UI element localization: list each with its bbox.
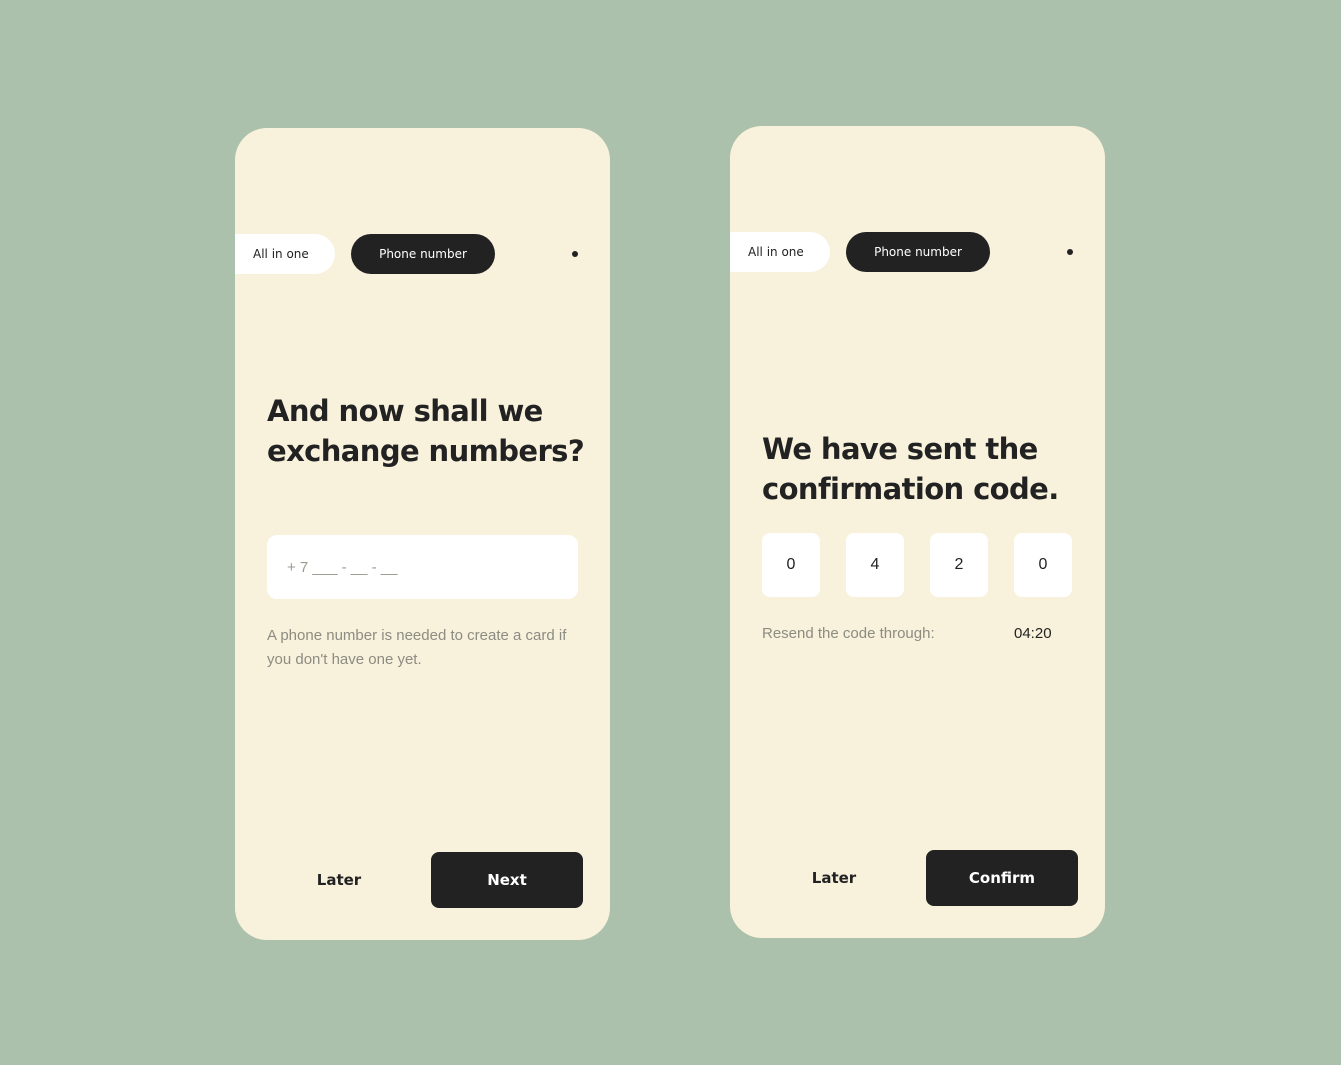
phone-number-screen: All in one Phone number And now shall we… <box>235 128 610 940</box>
confirm-button[interactable]: Confirm <box>926 850 1078 906</box>
confirmation-code-screen: All in one Phone number We have sent the… <box>730 126 1105 938</box>
tab-phone-number[interactable]: Phone number <box>846 232 990 272</box>
resend-timer: 04:20 <box>1014 625 1052 642</box>
tab-phone-number[interactable]: Phone number <box>351 234 495 274</box>
later-button[interactable]: Later <box>761 850 907 906</box>
resend-label: Resend the code through: <box>762 625 935 642</box>
code-digit-input[interactable]: 2 <box>930 533 988 597</box>
code-digit-input[interactable]: 0 <box>762 533 820 597</box>
code-digit-input[interactable]: 0 <box>1014 533 1072 597</box>
next-button[interactable]: Next <box>431 852 583 908</box>
page-title: We have sent the confirmation code. <box>762 432 1059 506</box>
indicator-dot <box>572 251 578 257</box>
indicator-dot <box>1067 249 1073 255</box>
later-button[interactable]: Later <box>266 852 412 908</box>
page-title: And now shall we exchange numbers? <box>267 394 585 468</box>
tab-all-in-one[interactable]: All in one <box>235 234 335 274</box>
code-digit-input[interactable]: 4 <box>846 533 904 597</box>
phone-hint-text: A phone number is needed to create a car… <box>267 627 567 668</box>
tab-all-in-one[interactable]: All in one <box>730 232 830 272</box>
phone-number-input[interactable] <box>267 535 578 599</box>
code-input-group: 0 4 2 0 <box>762 533 1072 597</box>
